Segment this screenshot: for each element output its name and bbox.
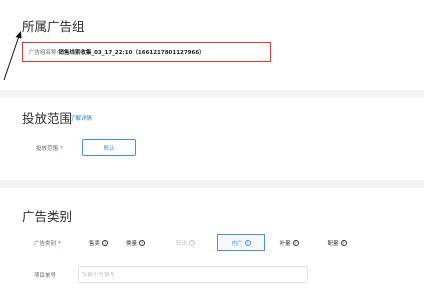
project-number-input[interactable] [82,271,307,278]
ad-type-options: 售卖? 换量? 配送? 内广? 补量? 配量? [80,234,361,251]
learn-more-link[interactable]: 了解详情 [70,114,92,122]
section-divider [0,180,424,188]
question-circle-icon: ? [244,239,251,246]
question-circle-icon: ? [139,239,145,246]
ad-type-option-makeup[interactable]: 补量? [265,234,313,251]
ad-group-name-value: 销售线索收集_03_17_22:10（1661217801127966） [58,50,205,56]
ad-group-section-title: 所属广告组 [22,19,85,34]
ad-type-option-sale[interactable]: 售卖? [80,234,117,251]
placement-default-button[interactable]: 默认 [82,139,136,156]
ad-group-name-box: 广告组名称: 销售线索收集_03_17_22:10（16612178011279… [22,42,271,62]
ad-group-name-label: 广告组名称: [29,50,59,56]
question-circle-icon: ? [340,239,347,246]
question-circle-icon: ? [292,239,299,246]
project-number-label: 项目单号 [34,273,57,279]
required-mark: * [60,146,63,152]
ad-type-option-delivery: 配送? [154,234,217,251]
ad-type-section-title: 广告类别 [22,209,73,224]
placement-field-label: 投放范围 * [36,146,63,152]
section-divider [0,90,424,98]
ad-type-option-internal[interactable]: 内广? [217,234,265,251]
question-circle-icon: ? [102,239,108,246]
required-mark: * [58,241,61,247]
ad-settings-page: 所属广告组 广告组名称: 销售线索收集_03_17_22:10（16612178… [0,0,424,295]
ad-type-option-exchange[interactable]: 换量? [117,234,154,251]
question-circle-icon: ? [189,239,195,246]
project-number-field[interactable] [78,266,308,283]
ad-type-option-allocation[interactable]: 配量? [313,234,361,251]
ad-type-field-label: 广告类别 * [34,241,61,247]
placement-section-title: 投放范围 [22,111,73,126]
